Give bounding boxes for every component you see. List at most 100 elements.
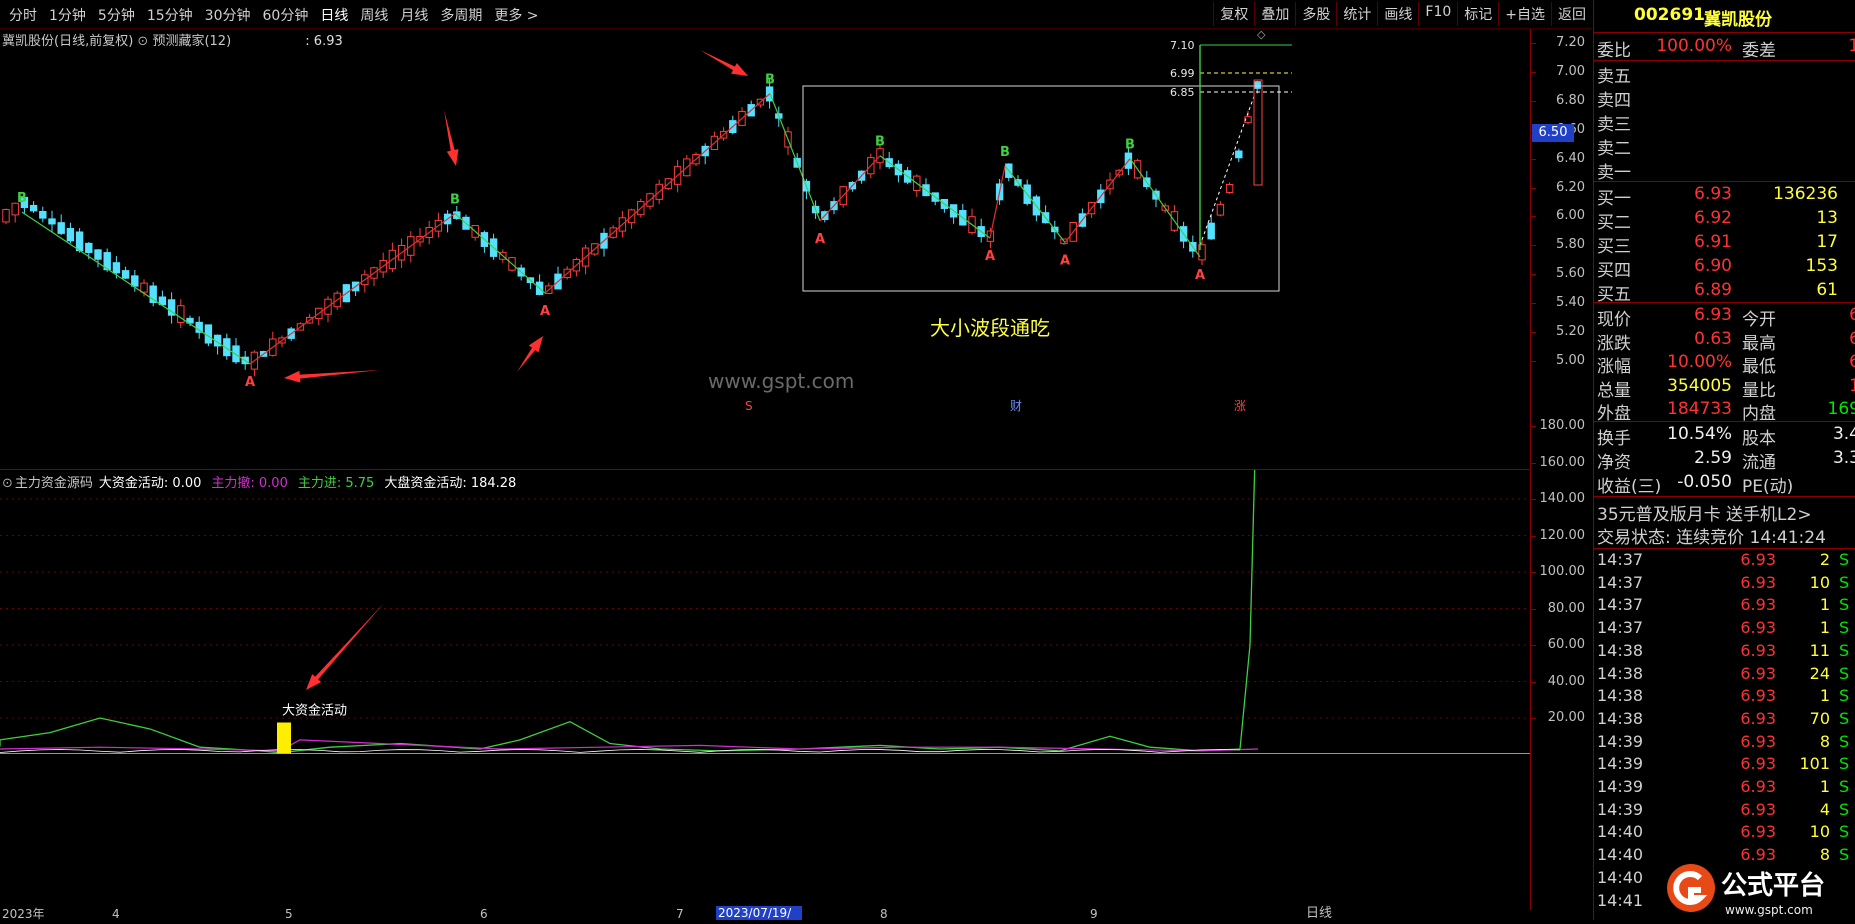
trade-status-text: 交易状态: 连续竞价 14:41:24 (1597, 528, 1826, 548)
toolbar-button-0[interactable]: 复权 (1213, 2, 1254, 26)
buy-marker: B (875, 135, 885, 150)
buy-price: 6.89 (1694, 280, 1732, 300)
indicator-toggle-icon[interactable]: ⊙ (137, 34, 148, 49)
indicator-name[interactable]: 预测藏家(12) (152, 34, 231, 49)
quote-label-2: 量比 (1742, 380, 1776, 401)
sub-indicator-values: 大资金活动: 0.00 主力撤: 0.00 主力进: 5.75 大盘资金活动: 184… (99, 476, 526, 491)
indicator-toggle-icon[interactable]: ⊙ (2, 476, 13, 491)
candle-body (131, 275, 139, 287)
price-tick (1531, 303, 1536, 305)
zigzag-segment (454, 213, 546, 294)
tick-volume: 10 (1809, 572, 1830, 592)
tick-row: 14:37 6.93 10 S (1594, 573, 1855, 595)
stat-label: 收益(三) (1597, 477, 1662, 497)
zigzag-segment (21, 211, 251, 365)
tick-side: S (1839, 731, 1850, 751)
buy-marker: B (17, 191, 27, 206)
tab-2[interactable]: 5分钟 (93, 4, 140, 26)
event-tag: 财 (1010, 399, 1022, 413)
tick-time: 14:39 (1597, 799, 1644, 819)
tab-4[interactable]: 30分钟 (200, 4, 256, 26)
sub-indicator-name[interactable]: 主力资金源码 (15, 476, 93, 491)
tab-0[interactable]: 分时 (4, 4, 42, 26)
red-arrow (517, 336, 543, 372)
tick-price: 6.93 (1740, 799, 1776, 819)
toolbar-button-5[interactable]: F10 (1418, 2, 1457, 26)
tick-volume: 1 (1819, 595, 1830, 615)
tick-time: 14:40 (1597, 822, 1644, 842)
toolbar-button-2[interactable]: 多股 (1295, 2, 1336, 26)
quote-value: 10.00% (1667, 352, 1732, 372)
fund-label: 180.00 (1539, 418, 1586, 433)
sell-label: 卖二 (1597, 139, 1631, 159)
quote-label-2: 最高 (1742, 333, 1776, 354)
price-tick (1531, 361, 1536, 362)
candles (2, 78, 1261, 377)
tick-volume: 1 (1819, 618, 1830, 638)
tab-10[interactable]: 更多 > (489, 4, 543, 26)
quote-label-2: 今开 (1742, 310, 1776, 330)
date-cursor-label: 2023/07/19/ (718, 906, 792, 920)
toolbar-button-4[interactable]: 画线 (1377, 2, 1418, 26)
x-axis-label: 5 (285, 907, 293, 920)
fund-tick (1531, 681, 1536, 683)
quote-label: 涨幅 (1597, 357, 1631, 377)
candle-body (121, 270, 130, 279)
zigzag-segment (879, 155, 991, 239)
tab-7[interactable]: 周线 (355, 4, 393, 26)
quote-value-2: 1 (1849, 375, 1855, 396)
kline-chart-pane[interactable]: B A B A B A B A B A B A 大小波段通吃 7.10 6.99 6.85 ◇ www.gspt.… (0, 28, 1530, 470)
promo-text[interactable]: 35元普及版月卡 送手机L2> (1597, 500, 1812, 525)
toolbar-button-8[interactable]: 返回 (1551, 2, 1592, 26)
price-axis: 7.207.006.806.606.406.206.005.805.605.40… (1530, 29, 1593, 469)
toolbar-button-1[interactable]: 叠加 (1254, 2, 1295, 26)
tick-price: 6.93 (1740, 595, 1776, 615)
tab-8[interactable]: 月线 (395, 4, 433, 26)
tick-side: S (1839, 618, 1850, 638)
buy-marker: B (765, 73, 775, 88)
fund-tick (1531, 462, 1536, 464)
tick-side: S (1839, 572, 1850, 592)
tab-3[interactable]: 15分钟 (142, 4, 198, 26)
tick-price: 6.93 (1740, 731, 1776, 751)
price-label: 6.00 (1556, 208, 1585, 224)
fund-tick (1531, 608, 1536, 610)
watermark: www.gspt.com (708, 369, 854, 393)
tick-volume: 2 (1819, 550, 1830, 569)
sell-label: 卖一 (1597, 163, 1631, 183)
tick-volume: 101 (1799, 754, 1830, 774)
toolbar-button-6[interactable]: 标记 (1457, 2, 1498, 26)
toolbar-button-3[interactable]: 统计 (1336, 2, 1377, 26)
buy-level-2: 买二 6.92 13 (1594, 208, 1855, 233)
toolbar-button-7[interactable]: +自选 (1498, 2, 1551, 26)
tick-price: 6.93 (1740, 686, 1776, 706)
candle-body (1235, 150, 1243, 159)
candle-body (29, 204, 38, 212)
period-label: 日线 (1306, 906, 1332, 920)
logo-url: www.gspt.com (1725, 903, 1813, 917)
tab-1[interactable]: 1分钟 (44, 4, 91, 26)
price-label: 6.40 (1556, 150, 1585, 166)
fund-label: 140.00 (1539, 491, 1586, 506)
stat-value-2: 3.3 (1832, 448, 1855, 468)
tab-5[interactable]: 60分钟 (258, 4, 314, 26)
quote-row-0: 现价 6.93 今开 6 (1594, 305, 1855, 330)
fund-flow-chart[interactable]: 大资金活动 2023年 4 5 6 7 8 9 2023/07/19/日线 (0, 470, 1530, 920)
tick-side: S (1839, 686, 1850, 706)
tick-volume: 1 (1819, 686, 1830, 706)
chart-toolbar: 分时 1分钟 5分钟 15分钟 30分钟 60分钟 日线 周线 月线 多周期 更多 > 复权 叠加 多股… (0, 0, 1592, 29)
tick-side: S (1839, 799, 1850, 819)
site-logo: 公式平台 www.gspt.com (1655, 858, 1855, 920)
tab-9[interactable]: 多周期 (435, 4, 487, 26)
quote-value-2: 6 (1849, 305, 1855, 325)
quote-value: 6.93 (1694, 305, 1732, 325)
promo-link[interactable]: 35元普及版月卡 送手机L2> (1594, 500, 1855, 525)
buy-marker: B (1125, 138, 1135, 153)
x-axis-label: 7 (676, 907, 684, 920)
candle-body (232, 345, 240, 363)
weibi-value: 100.00% (1656, 36, 1732, 56)
sell-level-4: 卖四 (1594, 86, 1855, 111)
buy-volume: 136236 (1773, 184, 1838, 204)
tab-6[interactable]: 日线 (315, 4, 353, 26)
quote-label: 涨跌 (1597, 333, 1631, 354)
